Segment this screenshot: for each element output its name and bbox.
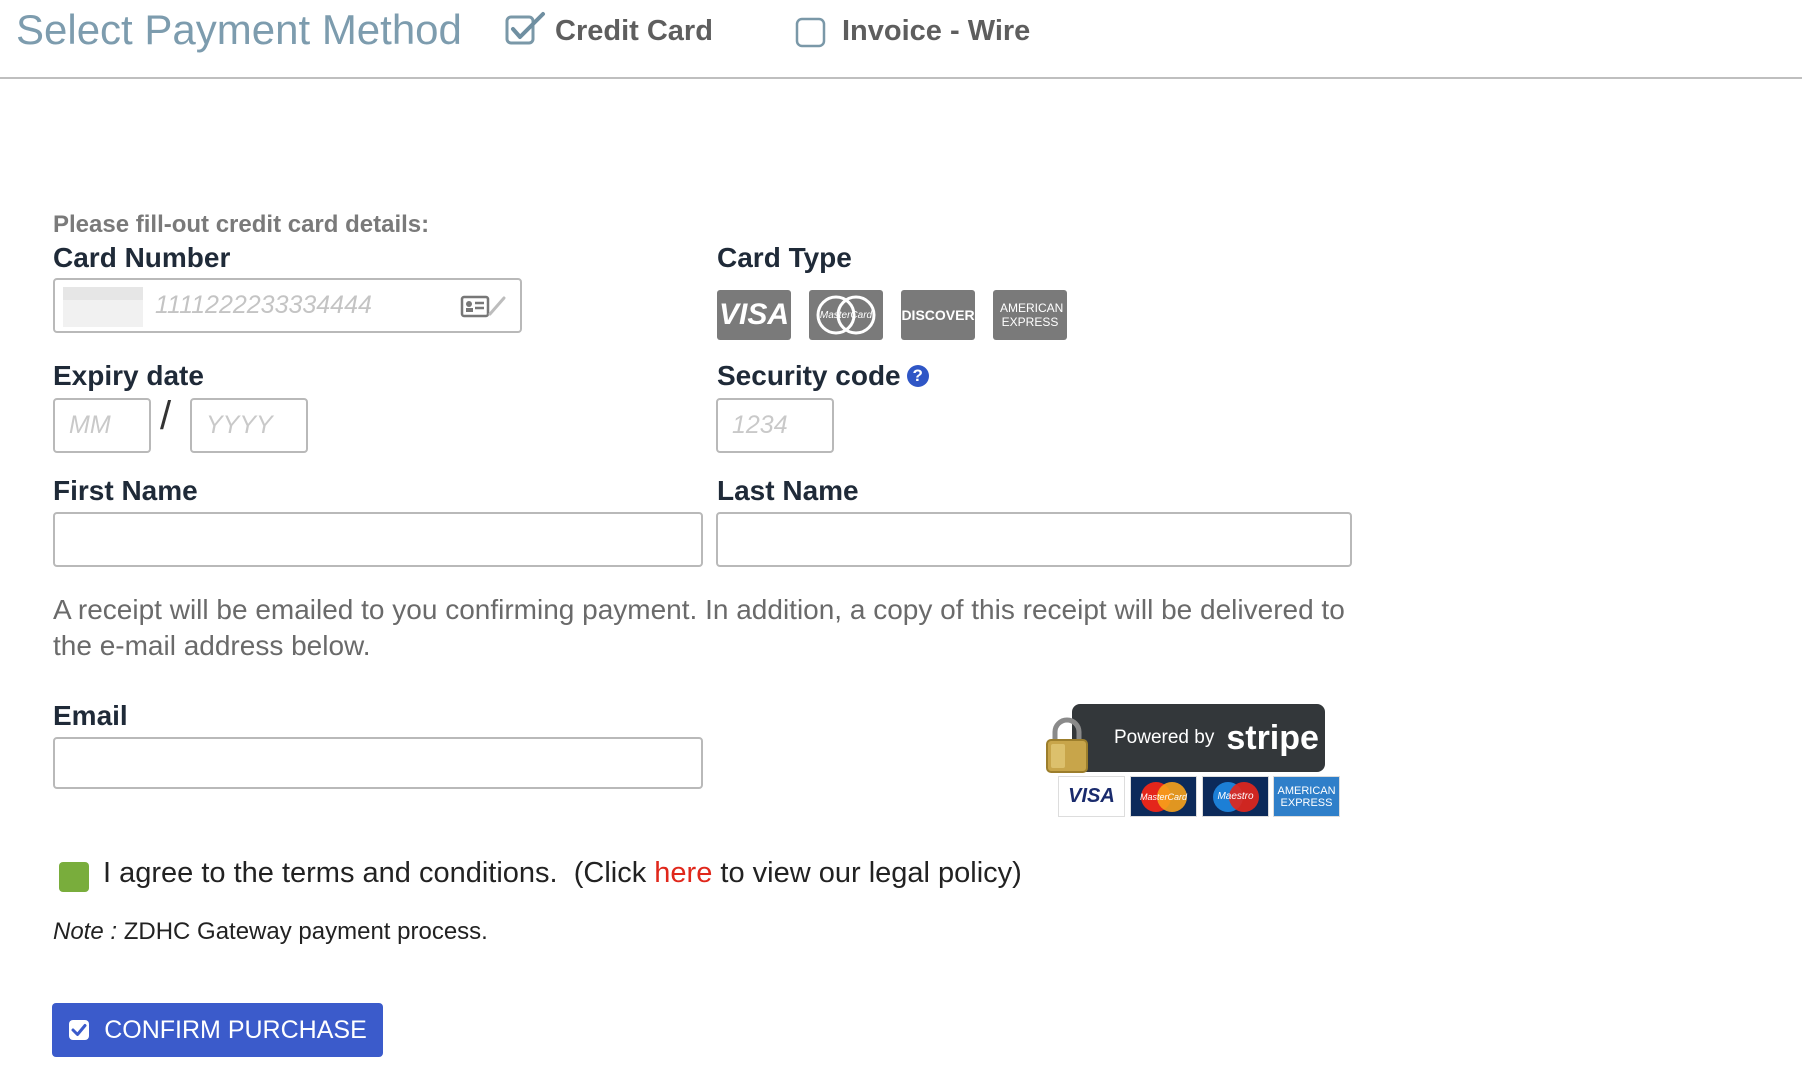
card-number-input[interactable] <box>155 280 445 331</box>
last-name-input[interactable] <box>716 512 1352 567</box>
page-title: Select Payment Method <box>16 6 462 53</box>
terms-agreement-label: I agree to the terms and conditions. <box>103 857 558 889</box>
card-id-icon <box>460 294 508 325</box>
card-type-label: Card Type <box>717 242 852 273</box>
stripe-maestro-logo: Maestro <box>1202 776 1269 817</box>
security-code-label: Security code <box>717 360 901 391</box>
note-text: ZDHC Gateway payment process. <box>123 918 488 945</box>
stripe-visa-text: VISA <box>1068 785 1115 807</box>
stripe-mastercard-text: MasterCard <box>1139 791 1187 802</box>
stripe-american-express-text: AMERICAN EXPRESS <box>1277 784 1336 809</box>
legal-policy-suffix: to view our legal policy) <box>720 857 1022 889</box>
stripe-maestro-text: Maestro <box>1217 791 1254 802</box>
stripe-mastercard-logo: MasterCard <box>1130 776 1197 817</box>
checked-checkbox-icon[interactable] <box>505 11 549 51</box>
powered-by-stripe-badge: Powered by stripe <box>1072 704 1325 772</box>
card-number-field <box>53 278 522 333</box>
instructions-text: Please fill-out credit card details: <box>53 211 430 238</box>
terms-agreement-text: I agree to the terms and conditions. (Cl… <box>103 857 1022 890</box>
help-icon[interactable]: ? <box>906 365 929 387</box>
legal-policy-prefix: (Click <box>573 857 647 889</box>
expiry-month-input[interactable] <box>53 398 151 453</box>
first-name-label: First Name <box>53 475 198 506</box>
gateway-note: Note : ZDHC Gateway payment process. <box>53 918 488 946</box>
credit-card-label: Credit Card <box>555 14 713 47</box>
email-input[interactable] <box>53 737 703 789</box>
security-code-input[interactable] <box>716 398 834 453</box>
mastercard-logo: MasterCard <box>809 290 883 340</box>
legal-policy-link[interactable]: here <box>654 857 712 889</box>
expiry-separator: / <box>160 394 172 438</box>
expiry-year-input[interactable] <box>190 398 308 453</box>
confirm-purchase-label: CONFIRM PURCHASE <box>104 1015 367 1044</box>
discover-logo: DISCOVER <box>901 290 975 340</box>
last-name-label: Last Name <box>717 475 859 506</box>
terms-agree-checkbox[interactable] <box>59 862 89 892</box>
powered-by-text: Powered by <box>1114 727 1215 748</box>
mastercard-logo-text: MasterCard <box>819 309 873 321</box>
first-name-input[interactable] <box>53 512 703 567</box>
discover-logo-text: DISCOVER <box>901 307 975 323</box>
visa-logo-text: VISA <box>718 298 790 331</box>
card-number-prefix <box>63 287 143 327</box>
note-label: Note : <box>53 918 118 945</box>
american-express-logo-text: AMERICAN EXPRESS <box>1000 301 1064 329</box>
payment-method-credit-card[interactable]: Credit Card <box>505 10 713 52</box>
email-label: Email <box>53 700 128 731</box>
unchecked-checkbox-icon[interactable] <box>795 11 829 51</box>
confirm-purchase-button[interactable]: CONFIRM PURCHASE <box>52 1003 383 1057</box>
receipt-note: A receipt will be emailed to you confirm… <box>53 594 1345 661</box>
check-square-icon <box>68 1019 90 1041</box>
stripe-wordmark: stripe <box>1226 718 1319 757</box>
padlock-icon <box>1043 714 1091 781</box>
payment-method-invoice-wire[interactable]: Invoice - Wire <box>795 10 1030 52</box>
invoice-wire-label: Invoice - Wire <box>842 14 1031 47</box>
american-express-logo: AMERICAN EXPRESS <box>993 290 1067 340</box>
security-code-label-row: Security code ? <box>717 360 929 392</box>
visa-logo: VISA <box>717 290 791 340</box>
stripe-american-express-logo: AMERICAN EXPRESS <box>1273 776 1340 817</box>
stripe-visa-logo: VISA <box>1058 776 1125 817</box>
expiry-date-label: Expiry date <box>53 360 204 391</box>
header-divider <box>0 77 1802 79</box>
card-number-label: Card Number <box>53 242 231 273</box>
